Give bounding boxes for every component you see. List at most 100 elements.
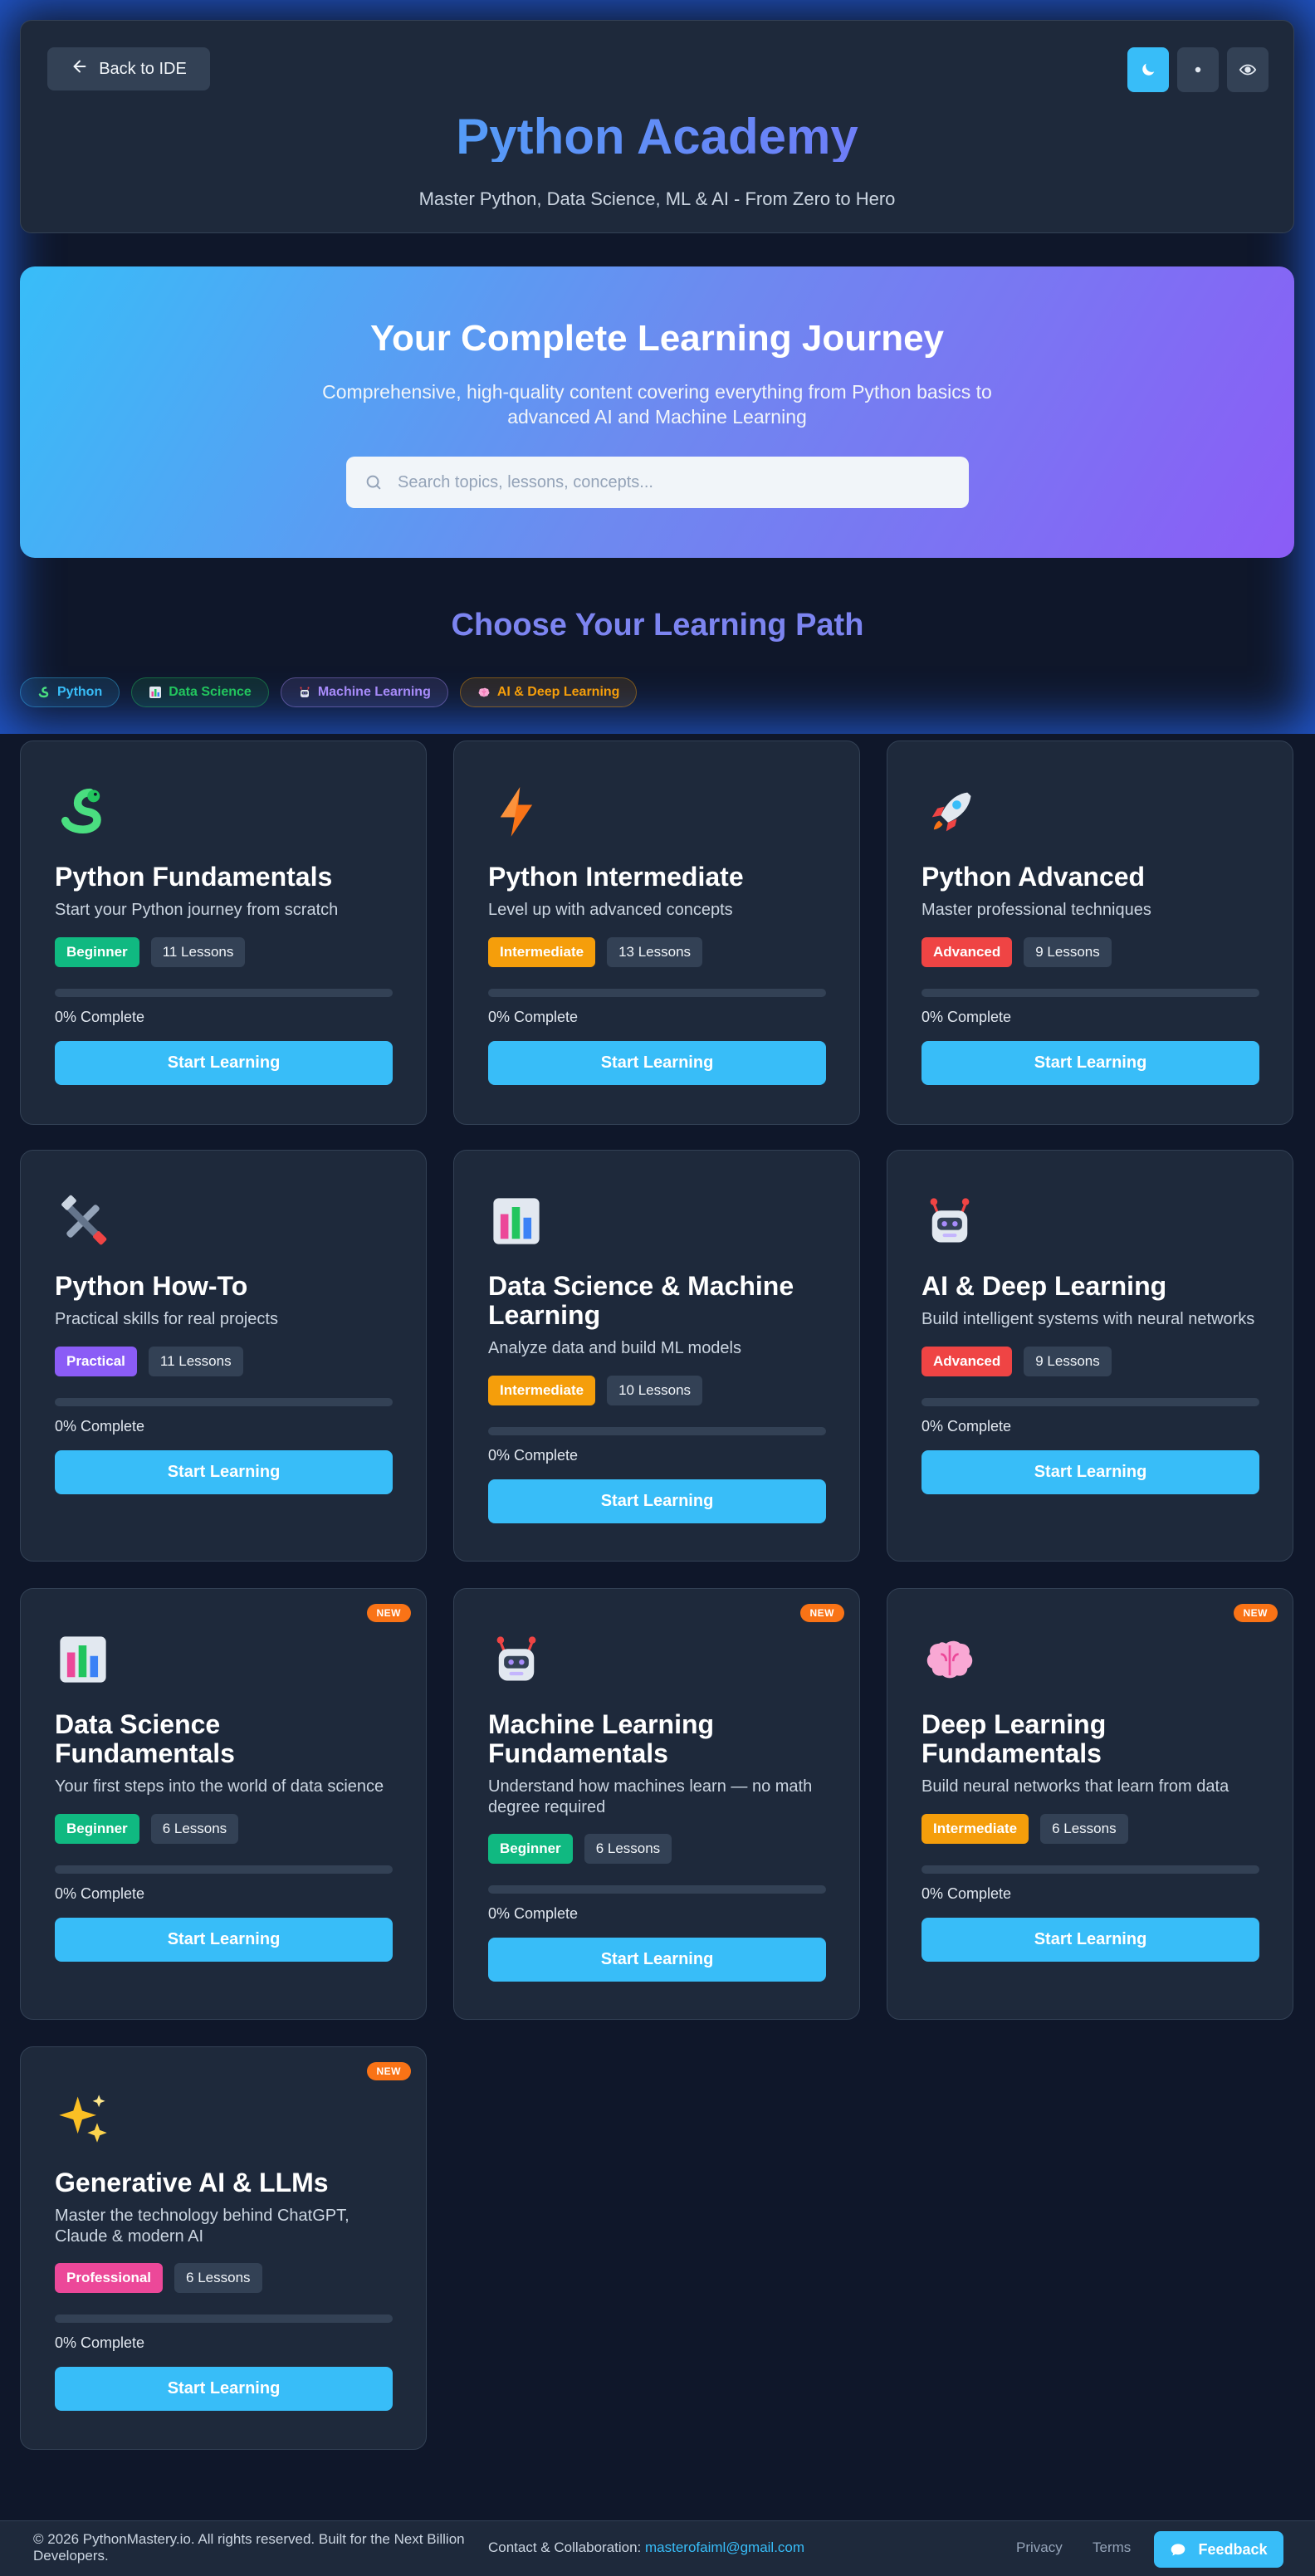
course-card-body: Python Intermediate Level up with advance… xyxy=(488,862,826,1085)
course-card: Python Intermediate Level up with advance… xyxy=(453,741,860,1125)
course-description: Analyze data and build ML models xyxy=(488,1339,741,1358)
robot-icon xyxy=(298,686,311,699)
level-badge: Intermediate xyxy=(921,1813,1029,1844)
course-title: Python How-To xyxy=(55,1271,248,1301)
snake-icon xyxy=(37,686,51,699)
feedback-label: Feedback xyxy=(1198,2540,1268,2558)
progress-bar xyxy=(921,1865,1259,1874)
lesson-count-badge: 6 Lessons xyxy=(150,1813,239,1844)
robot-icon xyxy=(487,1630,545,1689)
search-input[interactable] xyxy=(398,472,929,492)
path-chip-label: Python xyxy=(57,685,103,699)
chart-icon xyxy=(149,686,162,699)
course-card: Python How-To Practical skills for real p… xyxy=(20,1150,427,1562)
course-title: Python Intermediate xyxy=(488,862,744,892)
start-learning-button[interactable]: Start Learning xyxy=(488,1479,826,1523)
contact-email-link[interactable]: masterofaiml@gmail.com xyxy=(645,2539,804,2555)
course-card: NEW Machine Learning Fundamentals Understa… xyxy=(453,1588,860,2020)
course-title: Machine Learning Fundamentals xyxy=(488,1709,715,1769)
site-subtitle: Master Python, Data Science, ML & AI - F… xyxy=(418,188,896,209)
level-badge: Intermediate xyxy=(488,1375,596,1405)
progress-bar xyxy=(488,1426,826,1435)
lesson-count-badge: 6 Lessons xyxy=(584,1834,672,1865)
accessibility-view-toggle[interactable] xyxy=(1227,47,1269,92)
progress-text: 0% Complete xyxy=(55,1417,145,1435)
course-badges: Intermediate 10 Lessons xyxy=(488,1375,826,1405)
new-badge: NEW xyxy=(1233,1604,1278,1622)
course-card-body: Data Science & Machine Learning Analyze d… xyxy=(488,1271,826,1523)
progress-bar xyxy=(55,1865,393,1874)
dark-mode-toggle[interactable] xyxy=(1127,47,1169,92)
course-card: AI & Deep Learning Build intelligent syst… xyxy=(887,1150,1293,1562)
brain-icon xyxy=(921,1630,979,1689)
start-learning-button[interactable]: Start Learning xyxy=(921,1917,1259,1962)
start-learning-button[interactable]: Start Learning xyxy=(488,1040,826,1085)
course-description: Understand how machines learn — no math … xyxy=(488,1777,813,1816)
dot-mode-toggle[interactable] xyxy=(1177,47,1219,92)
start-learning-button[interactable]: Start Learning xyxy=(55,2366,393,2411)
bar-chart-icon xyxy=(54,1630,112,1689)
course-card-body: Generative AI & LLMs Master the technolog… xyxy=(55,2168,393,2411)
course-card: Data Science & Machine Learning Analyze d… xyxy=(453,1150,860,1562)
new-badge: NEW xyxy=(366,1604,411,1622)
new-badge: NEW xyxy=(366,2062,411,2080)
progress-bar xyxy=(55,2314,393,2323)
start-learning-button[interactable]: Start Learning xyxy=(55,1917,393,1962)
footer-copyright: © 2026 PythonMastery.io. All rights rese… xyxy=(33,2531,465,2564)
footer-contact: Contact & Collaboration: masterofaiml@gm… xyxy=(488,2539,804,2556)
feedback-button[interactable]: Feedback xyxy=(1154,2531,1283,2568)
progress-bar xyxy=(921,1397,1259,1406)
hero-title: Your Complete Learning Journey xyxy=(369,318,945,359)
progress-text: 0% Complete xyxy=(488,1446,579,1464)
course-description: Master professional techniques xyxy=(921,901,1151,920)
lesson-count-badge: 6 Lessons xyxy=(174,2262,262,2293)
progress-text: 0% Complete xyxy=(55,2334,145,2351)
course-description: Build neural networks that learn from da… xyxy=(921,1777,1229,1796)
snake-icon xyxy=(54,783,112,841)
speech-bubble-icon xyxy=(1171,2544,1185,2556)
path-chip-label: Data Science xyxy=(169,685,252,699)
path-chip-python[interactable]: Python xyxy=(20,677,120,707)
progress-text: 0% Complete xyxy=(921,1008,1012,1025)
progress-bar xyxy=(488,988,826,997)
course-card: NEW Data Science Fundamentals Your first s… xyxy=(20,1588,427,2020)
rocket-icon xyxy=(921,783,979,841)
progress-bar xyxy=(921,988,1259,997)
lesson-count-badge: 10 Lessons xyxy=(607,1375,703,1405)
search-box xyxy=(346,457,969,508)
course-title: Python Advanced xyxy=(921,862,1146,892)
hero-banner: Your Complete Learning Journey Comprehen… xyxy=(20,266,1294,558)
path-chip-ai-deep-learning[interactable]: AI & Deep Learning xyxy=(459,677,638,707)
terms-link[interactable]: Terms xyxy=(1093,2539,1131,2556)
start-learning-button[interactable]: Start Learning xyxy=(55,1040,393,1085)
lesson-count-badge: 6 Lessons xyxy=(1040,1813,1128,1844)
course-badges: Advanced 9 Lessons xyxy=(921,936,1259,967)
course-title: AI & Deep Learning xyxy=(921,1271,1167,1301)
progress-text: 0% Complete xyxy=(921,1884,1012,1902)
back-to-ide-button[interactable]: Back to IDE xyxy=(47,47,210,90)
course-card-body: AI & Deep Learning Build intelligent syst… xyxy=(921,1271,1259,1494)
bar-chart-icon xyxy=(487,1192,545,1250)
course-badges: Advanced 9 Lessons xyxy=(921,1346,1259,1376)
course-badges: Intermediate 13 Lessons xyxy=(488,936,826,967)
start-learning-button[interactable]: Start Learning xyxy=(55,1449,393,1494)
level-badge: Advanced xyxy=(921,936,1013,967)
path-chip-data-science[interactable]: Data Science xyxy=(131,677,269,707)
start-learning-button[interactable]: Start Learning xyxy=(921,1040,1259,1085)
course-card-body: Python Advanced Master professional techn… xyxy=(921,862,1259,1085)
progress-bar xyxy=(488,1885,826,1894)
course-badges: Beginner 6 Lessons xyxy=(55,1813,393,1844)
level-badge: Advanced xyxy=(921,1346,1013,1376)
learning-path-filters: Python Data Science Machine Learning AI & D… xyxy=(20,677,638,707)
privacy-link[interactable]: Privacy xyxy=(1016,2539,1063,2556)
learning-path-title: Choose Your Learning Path xyxy=(451,608,864,643)
site-header: Back to IDE Python Academy Master Python… xyxy=(20,20,1294,233)
level-badge: Practical xyxy=(55,1346,137,1376)
start-learning-button[interactable]: Start Learning xyxy=(488,1938,826,1982)
lesson-count-badge: 9 Lessons xyxy=(1024,936,1112,967)
robot-icon xyxy=(921,1192,979,1250)
path-chip-machine-learning[interactable]: Machine Learning xyxy=(280,677,448,707)
start-learning-button[interactable]: Start Learning xyxy=(921,1449,1259,1494)
progress-text: 0% Complete xyxy=(55,1884,145,1902)
course-badges: Practical 11 Lessons xyxy=(55,1346,393,1376)
